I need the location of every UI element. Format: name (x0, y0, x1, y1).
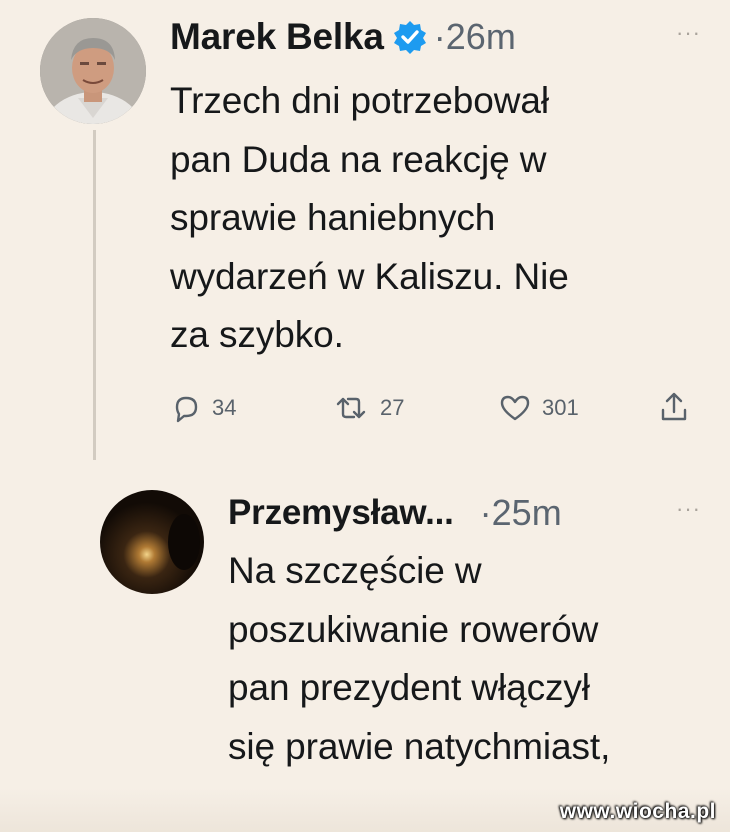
like-count: 301 (542, 395, 579, 420)
author-name[interactable]: Przemysław... (228, 493, 454, 533)
watermark: www.wiocha.pl (559, 800, 716, 823)
tweet-text: Trzech dni potrzebował pan Duda na reakc… (170, 80, 569, 355)
like-button[interactable]: 301 (498, 392, 579, 424)
tweet-marek-belka[interactable]: Marek Belka ·26m ··· Trzech dni potrzebo… (0, 0, 730, 460)
author-name[interactable]: Marek Belka (170, 16, 384, 58)
timestamp[interactable]: ·25m (480, 492, 562, 534)
tweet-actions: 34 27 301 (170, 390, 700, 430)
like-icon (498, 392, 532, 424)
avatar[interactable] (40, 18, 146, 124)
retweet-button[interactable]: 27 (332, 392, 404, 424)
reply-icon (170, 392, 202, 424)
avatar[interactable] (100, 490, 204, 594)
retweet-count: 27 (380, 395, 405, 420)
more-options-icon[interactable]: ··· (676, 496, 701, 522)
timestamp[interactable]: ·26m (434, 16, 516, 58)
tweet-header: Przemysław... ·25m (228, 490, 562, 536)
reply-button[interactable]: 34 (170, 392, 236, 424)
share-button[interactable] (658, 390, 690, 424)
tweet-przemyslaw[interactable]: Przemysław... ·25m ··· Na szczęście w po… (0, 470, 730, 790)
thread-line (93, 130, 96, 460)
verified-badge-icon (392, 19, 428, 55)
reply-count: 34 (212, 395, 237, 420)
retweet-icon (332, 392, 370, 424)
tweet-text: Na szczęście w poszukiwanie rowerów pan … (228, 550, 611, 767)
tweet-header: Marek Belka ·26m (170, 14, 516, 60)
share-icon (658, 390, 690, 424)
more-options-icon[interactable]: ··· (676, 20, 701, 46)
